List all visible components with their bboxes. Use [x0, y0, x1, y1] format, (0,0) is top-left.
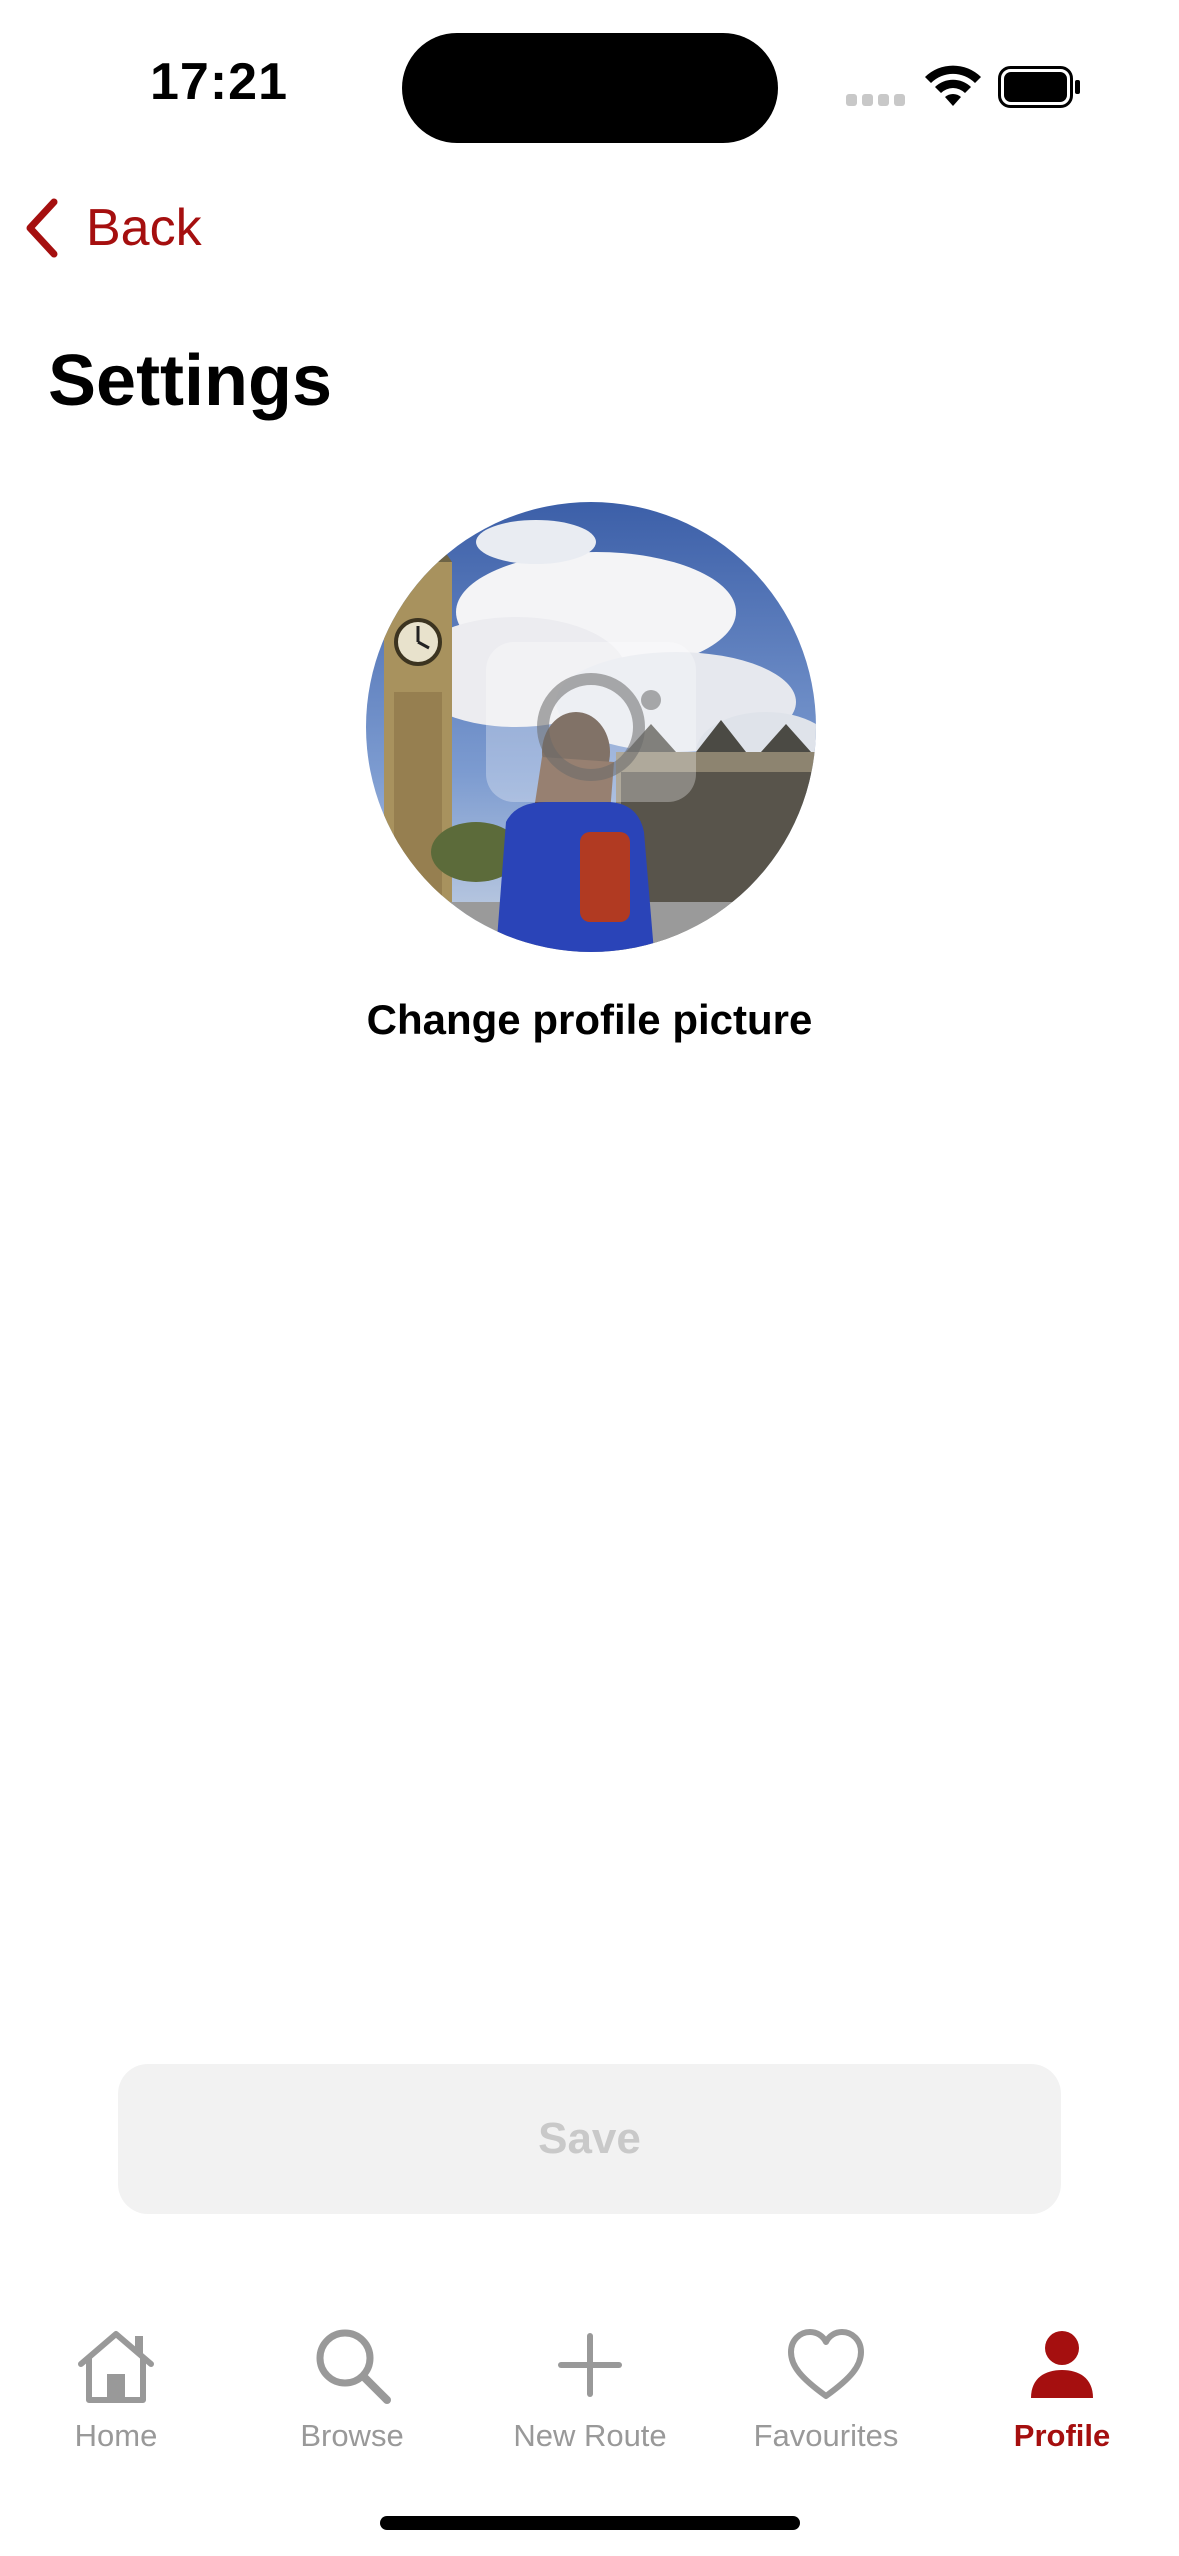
tab-new-route[interactable]: New Route [490, 2300, 690, 2460]
home-indicator [380, 2516, 800, 2530]
save-button[interactable]: Save [118, 2064, 1061, 2214]
tab-label: Favourites [753, 2418, 899, 2453]
heart-icon [788, 2329, 864, 2399]
tab-profile[interactable]: Profile [962, 2300, 1162, 2460]
tab-label: Home [74, 2418, 158, 2453]
back-button[interactable]: Back [20, 192, 202, 264]
wifi-icon [925, 65, 981, 106]
person-icon [1031, 2331, 1093, 2398]
change-profile-picture-button[interactable]: Change profile picture [0, 996, 1179, 1044]
back-label: Back [86, 199, 202, 257]
tab-label: Browse [300, 2418, 404, 2453]
tab-bar: Home Browse New Route Favourites Profile [0, 2300, 1179, 2460]
camera-icon [486, 642, 696, 802]
cellular-signal-icon [846, 94, 905, 106]
plus-icon [558, 2333, 622, 2397]
profile-avatar[interactable] [366, 502, 816, 952]
dynamic-island [402, 33, 778, 143]
tab-label: Profile [1013, 2418, 1111, 2453]
chevron-left-icon [26, 198, 58, 258]
tab-label: New Route [513, 2418, 667, 2453]
battery-icon [998, 66, 1080, 108]
home-icon [78, 2331, 154, 2403]
tab-favourites[interactable]: Favourites [726, 2300, 926, 2460]
status-time: 17:21 [150, 53, 288, 111]
tab-home[interactable]: Home [16, 2300, 216, 2460]
page-title: Settings [48, 341, 333, 421]
tab-browse[interactable]: Browse [252, 2300, 452, 2460]
search-icon [316, 2329, 391, 2404]
